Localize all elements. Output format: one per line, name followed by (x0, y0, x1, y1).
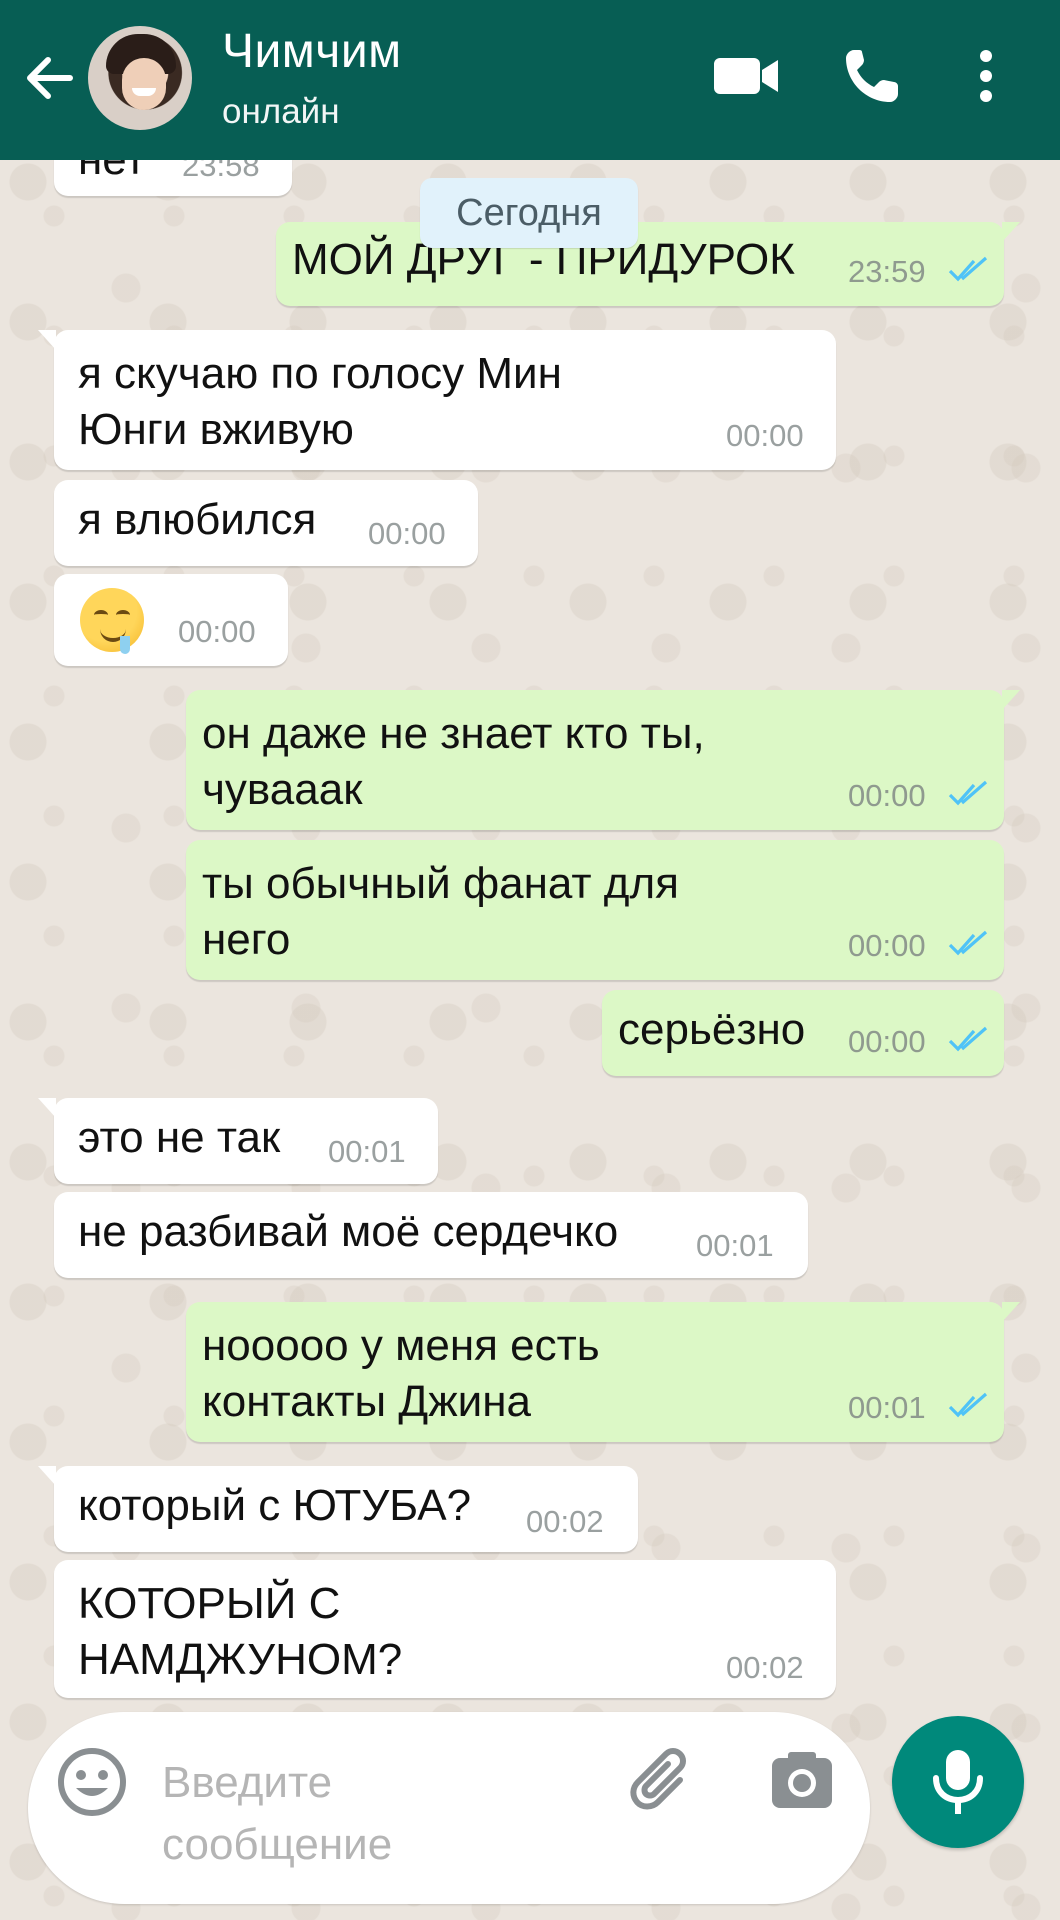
message-time: 00:00 (848, 778, 926, 813)
double-check-icon (948, 930, 988, 956)
phone-icon[interactable] (840, 44, 904, 108)
message-time: 00:00 (368, 516, 446, 551)
bubble-tail (1002, 690, 1020, 710)
double-check-icon (948, 1026, 988, 1052)
microphone-button[interactable] (892, 1716, 1024, 1848)
message-incoming-emoji[interactable]: 00:00 (54, 574, 288, 666)
bubble-tail (38, 330, 56, 350)
bubble-tail (38, 1466, 56, 1486)
message-text: ты обычный фанат для него (202, 859, 679, 964)
arrow-left-icon[interactable] (22, 48, 78, 108)
message-time: 00:02 (726, 1650, 804, 1685)
message-time: 00:02 (526, 1504, 604, 1539)
emoji-icon[interactable] (56, 1746, 128, 1818)
microphone-icon (933, 1750, 983, 1814)
date-separator: Сегодня (420, 178, 638, 248)
message-time: 00:01 (848, 1390, 926, 1425)
message-input[interactable]: Введите сообщение (162, 1752, 502, 1876)
message-composer: Введите сообщение (28, 1712, 870, 1904)
message-time: 00:00 (848, 928, 926, 963)
contact-name[interactable]: Чимчим (222, 24, 402, 79)
paperclip-icon[interactable] (628, 1746, 696, 1818)
bubble-tail (1002, 222, 1020, 242)
message-text: нооооо у меня есть контакты Джина (202, 1321, 600, 1426)
message-incoming[interactable]: который с ЮТУБА? 00:02 (38, 1466, 638, 1552)
camera-icon[interactable] (770, 1750, 834, 1812)
more-vertical-icon[interactable] (966, 44, 1006, 108)
message-text: который с ЮТУБА? (78, 1481, 472, 1530)
double-check-icon (948, 1392, 988, 1418)
double-check-icon (948, 780, 988, 806)
drooling-face-emoji (80, 588, 144, 654)
message-text: я скучаю по голосу Мин Юнги вживую (78, 349, 562, 454)
message-time: 23:59 (848, 254, 926, 289)
message-incoming[interactable]: это не так 00:01 (38, 1098, 438, 1184)
message-list[interactable]: нет 23:58 Сегодня МОЙ ДРУГ - ПРИДУРОК 23… (0, 0, 1060, 1700)
message-incoming[interactable]: я влюбился 00:00 (54, 480, 478, 566)
message-incoming[interactable]: КОТОРЫЙ С НАМДЖУНОМ? 00:02 (54, 1560, 836, 1698)
bubble-tail (1002, 1302, 1020, 1322)
message-incoming[interactable]: не разбивай моё сердечко 00:01 (54, 1192, 808, 1278)
message-text: я влюбился (78, 495, 317, 544)
message-incoming[interactable]: я скучаю по голосу Мин Юнги вживую 00:00 (38, 330, 836, 470)
message-time: 00:00 (848, 1024, 926, 1059)
message-text: КОТОРЫЙ С НАМДЖУНОМ? (78, 1579, 403, 1684)
message-outgoing[interactable]: ты обычный фанат для него 00:00 (186, 840, 1004, 980)
message-time: 00:01 (328, 1134, 406, 1169)
message-text: он даже не знает кто ты, чуваaак (202, 709, 705, 814)
message-time: 00:00 (178, 614, 256, 649)
message-time: 00:01 (696, 1228, 774, 1263)
message-outgoing[interactable]: серьёзно 00:00 (602, 990, 1004, 1076)
message-text: это не так (78, 1113, 281, 1162)
avatar[interactable] (88, 26, 192, 130)
message-outgoing[interactable]: нооооо у меня есть контакты Джина 00:01 (186, 1302, 1020, 1442)
video-call-icon[interactable] (710, 44, 782, 108)
message-text: не разбивай моё сердечко (78, 1207, 619, 1256)
message-time: 00:00 (726, 418, 804, 453)
message-text: серьёзно (618, 1005, 806, 1054)
message-outgoing[interactable]: он даже не знает кто ты, чуваaак 00:00 (186, 690, 1020, 830)
message-outgoing[interactable]: МОЙ ДРУГ - ПРИДУРОК 23:59 (276, 222, 1020, 306)
contact-status: онлайн (222, 92, 340, 131)
double-check-icon (948, 256, 988, 282)
bubble-tail (38, 1098, 56, 1118)
chat-header: Чимчим онлайн (0, 0, 1060, 160)
